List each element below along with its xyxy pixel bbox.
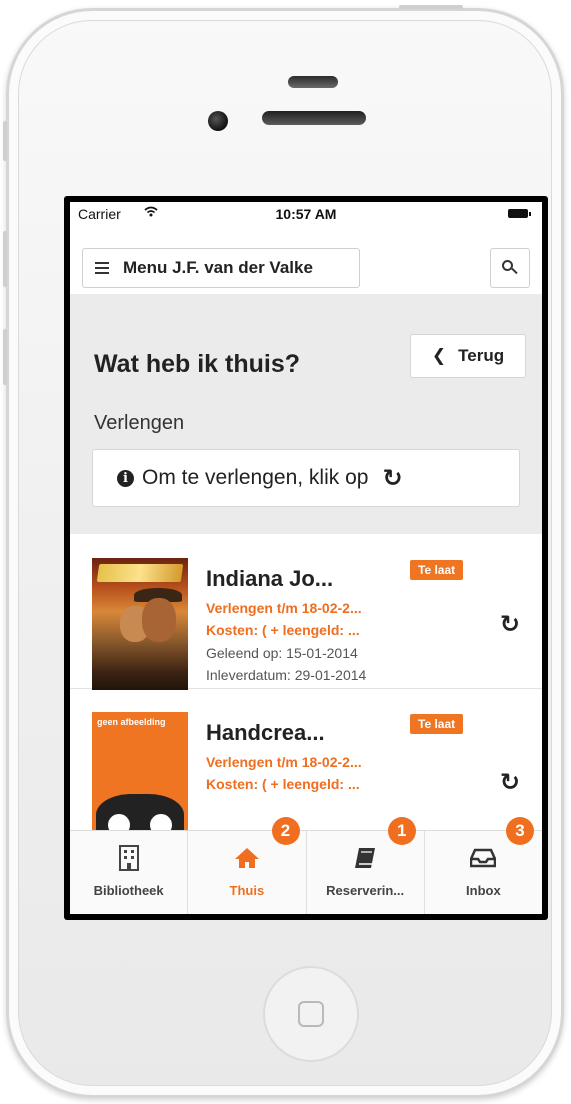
search-button[interactable]: [490, 248, 530, 288]
cost-line: Kosten: ( + leengeld: ...: [206, 622, 360, 638]
info-icon: i: [117, 469, 134, 487]
item-cover: [92, 558, 188, 692]
tab-label: Thuis: [229, 883, 265, 898]
power-button: [399, 5, 463, 9]
page-title: Wat heb ik thuis?: [94, 350, 301, 378]
building-icon: [118, 845, 139, 871]
item-title: Handcrea...: [206, 720, 325, 745]
back-button[interactable]: ❮ Terug: [410, 334, 526, 378]
no-image-label: geen afbeelding: [97, 717, 166, 727]
renew-refresh-icon[interactable]: ↻: [500, 610, 520, 639]
status-bar: Carrier 10:57 AM: [70, 202, 542, 226]
top-bar: Menu J.F. van der Valke: [70, 226, 542, 292]
no-image-placeholder: geen afbeelding: [92, 712, 188, 846]
volume-up-button: [3, 231, 7, 287]
front-camera: [208, 111, 228, 131]
renew-refresh-icon[interactable]: ↻: [500, 768, 520, 797]
volume-down-button: [3, 329, 7, 385]
section-title: Verlengen: [94, 412, 185, 434]
back-label: Terug: [458, 346, 505, 365]
screen: Carrier 10:57 AM Menu J.F. van der Valke…: [64, 196, 548, 920]
status-badge: Te laat: [410, 714, 464, 734]
menu-label: Menu J.F. van der Valke: [123, 258, 313, 277]
list-item[interactable]: Indiana Jo... Te laat Verlengen t/m 18-0…: [70, 536, 542, 692]
tab-label: Inbox: [466, 883, 501, 898]
earpiece: [262, 111, 366, 125]
battery-icon: [508, 209, 531, 218]
tab-thuis[interactable]: Thuis 2: [188, 817, 307, 914]
app-display: Carrier 10:57 AM Menu J.F. van der Valke…: [70, 202, 542, 914]
tab-label: Bibliotheek: [93, 883, 164, 898]
tab-reserveringen[interactable]: Reserverin... 1: [307, 817, 425, 914]
inbox-icon: [470, 845, 497, 871]
status-time: 10:57 AM: [275, 206, 337, 222]
tab-label: Reserverin...: [326, 883, 405, 898]
menu-button[interactable]: Menu J.F. van der Valke: [82, 248, 360, 288]
info-box: i Om te verlengen, klik op ↻: [92, 449, 520, 507]
mute-switch: [3, 121, 7, 161]
tab-bar: Bibliotheek Thuis 2 Reserverin... 1 Inbo…: [70, 817, 542, 914]
tab-bibliotheek[interactable]: Bibliotheek: [70, 831, 189, 914]
home-button-square: [298, 1001, 324, 1027]
notification-badge: 1: [387, 817, 416, 845]
renew-line: Verlengen t/m 18-02-2...: [206, 600, 362, 616]
item-title: Indiana Jo...: [206, 566, 334, 591]
cost-line: Kosten: ( + leengeld: ...: [206, 776, 360, 792]
list-item[interactable]: geen afbeelding Handcrea... Te laat Verl…: [70, 690, 542, 846]
info-text: Om te verlengen, klik op: [142, 466, 369, 489]
notification-badge: 2: [271, 817, 300, 845]
borrowed-date: Geleend op: 15-01-2014: [206, 645, 358, 661]
return-date: Inleverdatum: 29-01-2014: [206, 667, 367, 683]
home-button[interactable]: [263, 966, 359, 1062]
refresh-icon: ↻: [382, 464, 403, 492]
item-cover: geen afbeelding: [92, 712, 188, 846]
hamburger-icon: [95, 262, 109, 274]
top-speaker: [288, 76, 338, 88]
page-header-panel: Wat heb ik thuis? ❮ Terug Verlengen i Om…: [70, 294, 542, 534]
renew-line: Verlengen t/m 18-02-2...: [206, 754, 362, 770]
book-icon: [353, 845, 377, 871]
tab-inbox[interactable]: Inbox 3: [425, 817, 542, 914]
chevron-left-icon: ❮: [431, 346, 447, 365]
notification-badge: 3: [506, 817, 534, 845]
status-badge: Te laat: [410, 560, 464, 580]
movie-poster-image: [92, 558, 188, 692]
home-icon: [234, 845, 260, 871]
